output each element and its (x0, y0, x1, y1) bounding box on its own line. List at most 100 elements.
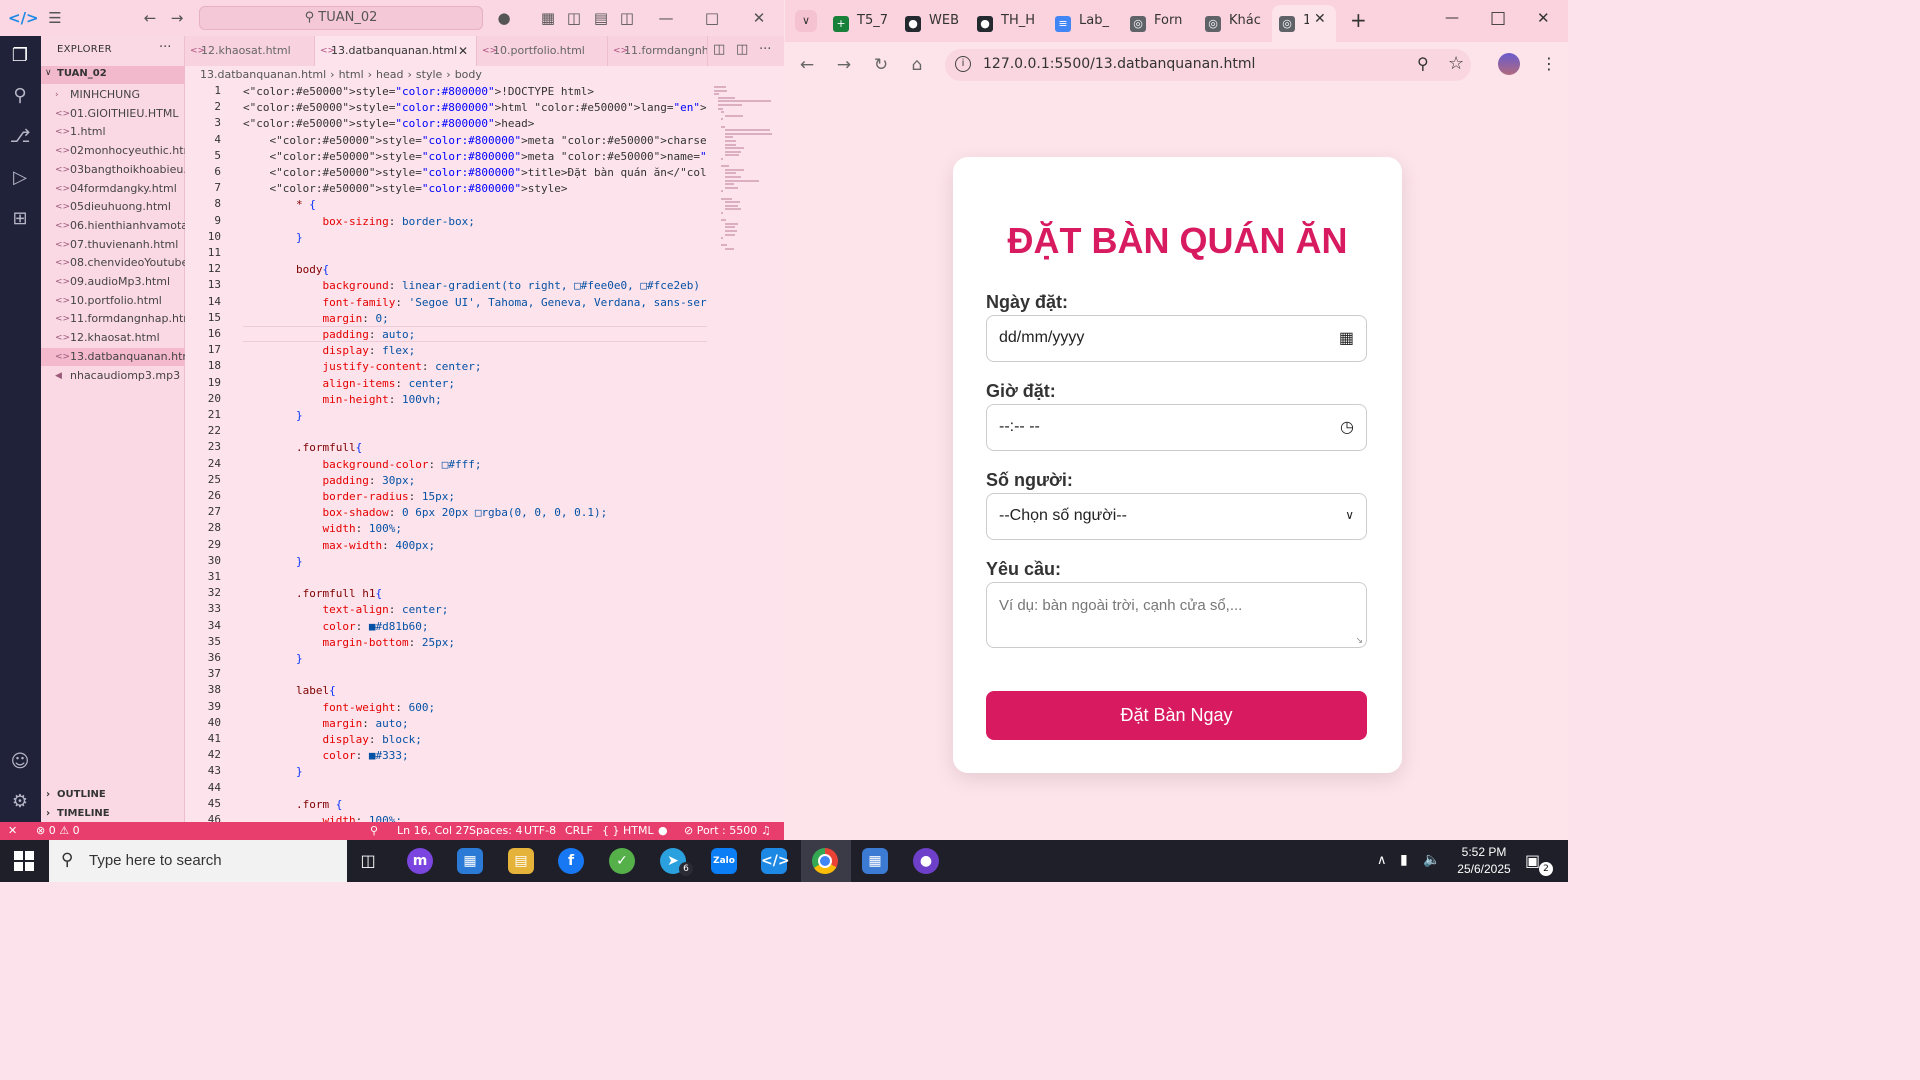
notifications-bell-icon[interactable]: ♫ (761, 824, 771, 837)
minimize-icon[interactable]: — (656, 8, 676, 28)
file-tree-item[interactable]: <> 01.GIOITHIEU.HTML (41, 105, 185, 123)
taskbar-search-box[interactable]: ⚲ Type here to search (49, 840, 347, 882)
volume-icon[interactable]: 🔈 (1423, 852, 1440, 868)
browser-tab[interactable]: ● WEB (905, 6, 967, 36)
network-tool-icon[interactable]: ▦ (862, 848, 888, 874)
copilot-icon[interactable]: ● (494, 8, 514, 28)
vscode-taskbar-icon[interactable]: </> (761, 848, 790, 874)
windows-start-icon[interactable] (14, 851, 34, 871)
problems-status[interactable]: ⊗ 0 ⚠ 0 (36, 824, 80, 837)
browser-tab[interactable]: ≡ Lab_ (1055, 6, 1117, 36)
live-server-port[interactable]: ⊘ Port : 5500 (684, 824, 757, 837)
settings-gear-icon[interactable]: ⚙ (8, 790, 32, 814)
microsoft-store-icon[interactable]: ▦ (457, 848, 483, 874)
account-icon[interactable]: ☺ (8, 750, 32, 774)
toggle-sidebar-icon[interactable]: ◫ (564, 8, 584, 28)
browser-tab[interactable]: ◎ Khác (1205, 6, 1267, 36)
explorer-icon[interactable]: ❐ (8, 44, 32, 68)
file-tree-item[interactable]: <> 02monhocyeuthic.html (41, 142, 185, 160)
back-arrow-icon[interactable]: ← (140, 8, 160, 28)
indentation-status[interactable]: Spaces: 4 (469, 824, 522, 837)
forward-icon[interactable]: → (833, 54, 855, 76)
new-tab-icon[interactable]: + (1350, 8, 1367, 32)
file-tree-item[interactable]: <> 04formdangky.html (41, 180, 185, 198)
address-bar[interactable]: i 127.0.0.1:5500/13.datbanquanan.html ⚲ … (945, 49, 1471, 81)
file-tree-item[interactable]: <> 05dieuhuong.html (41, 198, 185, 216)
file-tree-item[interactable]: <> 09.audioMp3.html (41, 273, 185, 291)
code-editor[interactable]: <"color:#e50000">style="color:#800000">!… (243, 84, 707, 822)
close-window-icon[interactable]: ✕ (1537, 9, 1550, 27)
editor-tab[interactable]: <> 12.khaosat.html (185, 36, 315, 66)
minimap[interactable] (712, 84, 774, 264)
run-debug-icon[interactable]: ▷ (8, 166, 32, 190)
editor-tab[interactable]: <> 13.datbanquanan.html ✕ (315, 36, 477, 66)
editor-tab[interactable]: <>11.formdangnhap.html (608, 36, 708, 66)
calendar-icon[interactable]: ▦ (1339, 328, 1354, 348)
zalo-icon[interactable]: Zalo (711, 848, 737, 874)
github-desktop-icon[interactable]: ● (913, 848, 939, 874)
people-select[interactable]: --Chọn số người-- ∨ (986, 493, 1367, 540)
more-actions-icon[interactable]: ··· (159, 40, 171, 55)
home-icon[interactable]: ⌂ (906, 54, 928, 76)
file-tree-item[interactable]: ◀ nhacaudiomp3.mp3 (41, 367, 185, 385)
browser-tab[interactable]: + T5_7 (833, 6, 895, 36)
extensions-icon[interactable]: ⊞ (8, 207, 32, 231)
facebook-icon[interactable]: f (558, 848, 584, 874)
command-center-search[interactable]: ⚲ TUAN_02 (199, 6, 483, 30)
toggle-panel-icon[interactable]: ▤ (591, 8, 611, 28)
timeline-section[interactable]: › TIMELINE (41, 805, 185, 823)
close-tab-icon[interactable]: ✕ (458, 36, 468, 66)
file-tree-item[interactable]: <>06.hienthianhvamota.... (41, 217, 185, 235)
back-icon[interactable]: ← (796, 54, 818, 76)
task-view-icon[interactable]: ◫ (355, 848, 381, 874)
editor-more-icon[interactable]: ··· (759, 42, 771, 57)
search-icon[interactable]: ⚲ (8, 84, 32, 108)
file-tree-item[interactable]: <> 1.html (41, 123, 185, 141)
maximize-icon[interactable]: □ (1490, 8, 1506, 28)
time-input[interactable]: --:-- -- ◷ (986, 404, 1367, 451)
source-control-icon[interactable]: ⎇ (8, 125, 32, 149)
file-tree-item[interactable]: <> 13.datbanquanan.html (41, 347, 185, 366)
breadcrumb-item[interactable]: body (455, 68, 482, 81)
menu-icon[interactable]: ☰ (45, 8, 65, 28)
file-tree-item[interactable]: <>08.chenvideoYoutube.... (41, 254, 185, 272)
chevron-up-icon[interactable]: ∧ (1377, 853, 1387, 868)
eol-status[interactable]: CRLF (565, 824, 593, 837)
submit-button[interactable]: Đặt Bàn Ngay (986, 691, 1367, 740)
file-tree-item[interactable]: <> 11.formdangnhap.html (41, 310, 185, 328)
notification-center-icon[interactable]: ▣ (1525, 851, 1540, 870)
browser-tab[interactable]: ◎ 1 (1279, 6, 1309, 36)
breadcrumb-item[interactable]: 13.datbanquanan.html (200, 68, 326, 81)
breadcrumb-item[interactable]: style (416, 68, 442, 81)
browser-menu-icon[interactable]: ⋮ (1541, 54, 1557, 73)
close-tab-icon[interactable]: ✕ (1314, 11, 1326, 27)
cursor-position[interactable]: Ln 16, Col 27 (397, 824, 470, 837)
copilot-status-icon[interactable]: ● (658, 824, 668, 837)
resize-handle-icon[interactable]: ↘ (1355, 635, 1363, 646)
outline-section[interactable]: › OUTLINE (41, 786, 185, 804)
bookmark-star-icon[interactable]: ☆ (1448, 53, 1464, 74)
request-textarea[interactable]: Ví dụ: bàn ngoài trời, cạnh cửa sổ,... ↘ (986, 582, 1367, 648)
language-mode[interactable]: { } HTML (602, 824, 654, 837)
editor-tab[interactable]: <> 10.portfolio.html (477, 36, 608, 66)
file-tree-item[interactable]: <> 12.khaosat.html (41, 329, 185, 347)
forward-arrow-icon[interactable]: → (167, 8, 187, 28)
layout-icon[interactable]: ▦ (538, 8, 558, 28)
maximize-icon[interactable]: □ (702, 8, 722, 28)
file-tree-item[interactable]: <> 10.portfolio.html (41, 292, 185, 310)
close-icon[interactable]: ✕ (749, 8, 769, 28)
minimize-icon[interactable]: — (1445, 10, 1459, 26)
battery-icon[interactable]: ▮ (1400, 852, 1408, 868)
reload-icon[interactable]: ↻ (870, 54, 892, 76)
coccoc-icon[interactable]: ✓ (609, 848, 635, 874)
file-explorer-icon[interactable]: ▤ (508, 848, 534, 874)
zoom-icon[interactable]: ⚲ (1417, 54, 1429, 73)
breadcrumb-item[interactable]: head (376, 68, 403, 81)
file-tree-item[interactable]: <> 03bangthoikhoabieu.... (41, 161, 185, 179)
file-tree-item[interactable]: › MINHCHUNG (41, 86, 185, 104)
tab-search-icon[interactable]: ∨ (795, 10, 817, 32)
clock-icon[interactable]: ◷ (1340, 417, 1354, 437)
zoom-icon[interactable]: ⚲ (370, 824, 378, 837)
site-info-icon[interactable]: i (955, 56, 971, 72)
date-input[interactable]: dd/mm/yyyy ▦ (986, 315, 1367, 362)
